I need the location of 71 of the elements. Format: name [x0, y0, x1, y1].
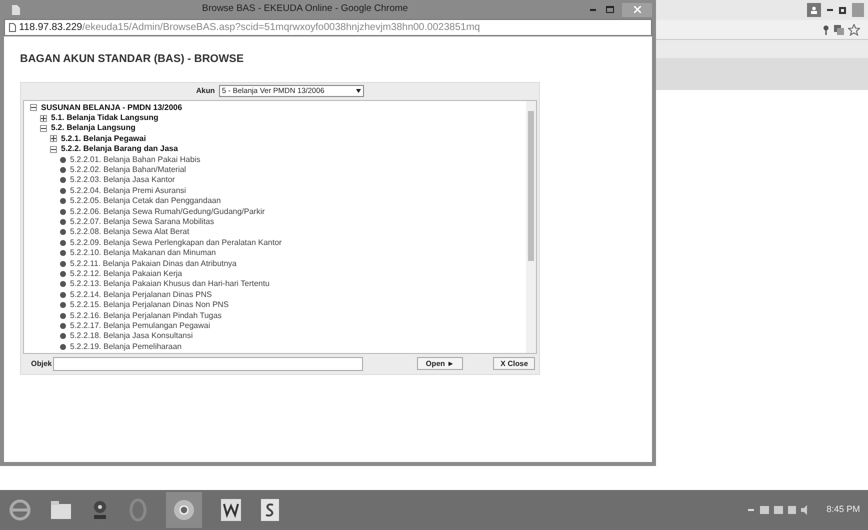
tree-item[interactable]: 5.2.2.18. Belanja Jasa Konsultansi — [70, 331, 193, 342]
bullet-icon — [60, 333, 66, 340]
tree-item[interactable]: 5.2.2.10. Belanja Makanan dan Minuman — [70, 248, 216, 258]
key-icon[interactable] — [822, 24, 830, 34]
star-icon[interactable] — [848, 24, 860, 36]
document-icon[interactable] — [220, 498, 242, 522]
bullet-icon — [60, 208, 66, 215]
maximize-icon[interactable] — [606, 6, 614, 13]
bullet-icon — [60, 281, 66, 288]
bullet-icon — [60, 270, 66, 277]
tree-item[interactable]: 5.2.2.12. Belanja Pakaian Kerja — [70, 268, 182, 279]
folder-icon[interactable] — [50, 500, 72, 520]
scrollbar[interactable] — [526, 100, 536, 352]
document-icon[interactable] — [260, 498, 280, 522]
tree-item[interactable]: 5.2.2.05. Belanja Cetak dan Penggandaan — [70, 196, 221, 206]
tree-item[interactable]: 5.2.2.04. Belanja Premi Asuransi — [70, 186, 186, 196]
tree-item[interactable]: 5.2.2.03. Belanja Jasa Kantor — [70, 175, 175, 186]
bullet-icon — [60, 260, 66, 267]
bullet-icon — [60, 344, 66, 350]
tree-item[interactable]: 5.2.2.02. Belanja Bahan/Material — [70, 165, 186, 176]
collapse-toggle[interactable] — [40, 124, 47, 132]
tree-item[interactable]: 5.2.2.07. Belanja Sewa Sarana Mobilitas — [70, 216, 214, 227]
expand-toggle[interactable] — [40, 114, 47, 122]
tree-item[interactable]: 5.2.2.16. Belanja Perjalanan Pindah Tugas — [70, 310, 222, 320]
bullet-icon — [60, 312, 66, 318]
clock[interactable]: 8:45 PM — [826, 503, 860, 517]
tree-item[interactable]: 5.2.2.08. Belanja Sewa Alat Berat — [70, 227, 190, 238]
minimize-icon[interactable] — [590, 8, 596, 10]
tree-item[interactable]: 5.2.2.19. Belanja Pemeliharaan — [70, 342, 182, 352]
tree-item[interactable]: 5.2.2.13. Belanja Pakaian Khusus dan Hari-hari Tertentu — [70, 279, 270, 290]
expand-toggle[interactable] — [50, 135, 57, 142]
user-icon[interactable] — [807, 3, 821, 17]
tree-item[interactable]: 5.2.2.15. Belanja Perjalanan Dinas Non PNS — [70, 300, 229, 310]
tree-item[interactable]: 5.2.2.06. Belanja Sewa Rumah/Gedung/Gudang/Parkir — [70, 206, 265, 217]
tree-item[interactable]: 5.2. Belanja Langsung — [51, 123, 136, 134]
tree-item[interactable]: SUSUNAN BELANJA - PMDN 13/2006 — [41, 102, 182, 113]
bullet-icon — [60, 322, 66, 329]
tree-item[interactable]: 5.2.2.01. Belanja Bahan Pakai Habis — [70, 154, 200, 165]
bullet-icon — [60, 302, 66, 308]
url-path: /ekeuda15/Admin/BrowseBAS.asp?scid=51mqrwxoyfo0038hnjzhevjm38hn00.0023851mq — [82, 21, 480, 35]
chrome-taskbar-button[interactable] — [166, 492, 202, 528]
translate-icon[interactable] — [834, 24, 844, 34]
tree-item[interactable]: 5.1. Belanja Tidak Langsung — [51, 113, 158, 124]
bullet-icon — [60, 250, 66, 256]
bullet-icon — [60, 167, 66, 174]
bullet-icon — [60, 177, 66, 184]
bullet-icon — [60, 229, 66, 236]
objek-input[interactable] — [53, 356, 363, 370]
tree-item[interactable]: 5.2.2.14. Belanja Perjalanan Dinas PNS — [70, 290, 212, 300]
collapse-toggle[interactable] — [50, 146, 57, 153]
bullet-icon — [60, 198, 66, 204]
scrollbar-thumb[interactable] — [528, 110, 534, 260]
tree-item[interactable]: 5.2.2.17. Belanja Pemulangan Pegawai — [70, 320, 210, 331]
collapse-toggle[interactable] — [30, 104, 37, 112]
url-host: 118.97.83.229 — [19, 21, 82, 35]
circle-icon — [173, 499, 195, 521]
tree-item[interactable]: 5.2.2. Belanja Barang dan Jasa — [61, 144, 178, 154]
tree-item[interactable]: 5.2.1. Belanja Pegawai — [61, 134, 146, 144]
tree-item[interactable]: 5.2.2.09. Belanja Sewa Perlengkapan dan Peralatan Kantor — [70, 238, 282, 248]
bullet-icon — [60, 292, 66, 298]
tree-item[interactable]: 5.2.2.11. Belanja Pakaian Dinas dan Atributnya — [70, 258, 237, 269]
bullet-icon — [60, 188, 66, 194]
window-title: Browse BAS - EKEUDA Online - Google Chrome — [201, 2, 409, 16]
bullet-icon — [60, 156, 66, 163]
page-heading: BAGAN AKUN STANDAR (BAS) - BROWSE — [20, 52, 245, 67]
bullet-icon — [60, 240, 66, 246]
close-button[interactable] — [622, 2, 652, 16]
restore-icon[interactable] — [839, 6, 846, 14]
bullet-icon — [60, 218, 66, 225]
tray-icons-drawing — [748, 505, 808, 515]
address-bar[interactable]: 118.97.83.229/ekeuda15/Admin/BrowseBAS.asp?scid=51mqrwxoyfo0038hnjzhevjm38hn00.0023851mq — [4, 19, 652, 36]
